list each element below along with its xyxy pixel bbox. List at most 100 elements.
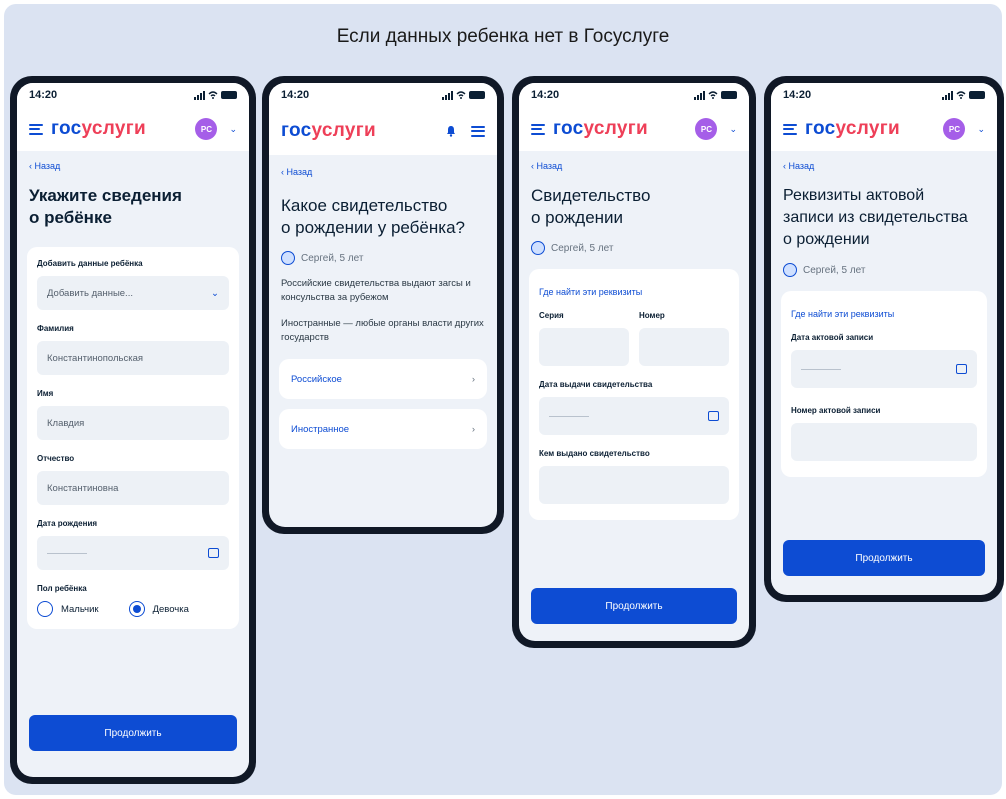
wifi-icon bbox=[456, 91, 466, 99]
screen: 14:20 госуслуги ‹ Назад Какое свидетельс… bbox=[269, 83, 497, 527]
record-number-label: Номер актовой записи bbox=[791, 406, 881, 415]
back-link[interactable]: ‹ Назад bbox=[771, 151, 997, 171]
background-panel: Если данных ребенка нет в Госуслуге 14:2… bbox=[4, 4, 1004, 795]
record-number-field[interactable] bbox=[791, 423, 977, 461]
person-row: Сергей, 5 лет bbox=[771, 251, 997, 277]
surname-field[interactable]: Константинопольская bbox=[37, 341, 229, 375]
menu-icon[interactable] bbox=[531, 123, 545, 135]
calendar-icon[interactable] bbox=[208, 548, 219, 558]
chevron-down-icon[interactable]: ⌄ bbox=[229, 124, 237, 135]
status-time: 14:20 bbox=[29, 89, 58, 101]
signal-icon bbox=[942, 90, 953, 100]
back-link[interactable]: ‹ Назад bbox=[519, 151, 749, 171]
person-name: Сергей, 5 лет bbox=[551, 242, 614, 254]
where-find-link[interactable]: Где найти эти реквизиты bbox=[791, 303, 977, 319]
screen: 14:20 госуслуги PC ⌄ ‹ Назад Реквизиты а… bbox=[771, 83, 997, 595]
calendar-icon[interactable] bbox=[708, 411, 719, 421]
person-icon bbox=[281, 251, 295, 265]
status-bar: 14:20 bbox=[269, 83, 497, 107]
record-date-field[interactable] bbox=[791, 350, 977, 388]
person-icon bbox=[783, 263, 797, 277]
gosuslugi-logo[interactable]: госуслуги bbox=[51, 118, 146, 140]
status-bar: 14:20 bbox=[519, 83, 749, 107]
phone-certificate-type: 14:20 госуслуги ‹ Назад Какое свидетельс… bbox=[262, 76, 504, 534]
page-title: Свидетельство о рождении bbox=[531, 186, 651, 227]
status-bar: 14:20 bbox=[17, 83, 249, 107]
act-record-form-card: Где найти эти реквизиты Дата актовой зап… bbox=[781, 291, 987, 477]
birthdate-label: Дата рождения bbox=[37, 519, 98, 528]
patronymic-field[interactable]: Константиновна bbox=[37, 471, 229, 505]
status-icons bbox=[694, 90, 737, 100]
radio-male-label: Мальчик bbox=[61, 603, 99, 615]
app-header: госуслуги PC ⌄ bbox=[771, 107, 997, 151]
birthdate-field[interactable] bbox=[37, 536, 229, 570]
surname-label: Фамилия bbox=[37, 324, 74, 333]
status-time: 14:20 bbox=[783, 89, 812, 101]
back-link[interactable]: ‹ Назад bbox=[17, 151, 249, 171]
screen: 14:20 госуслуги PC ⌄ ‹ Назад Свидетельст… bbox=[519, 83, 749, 641]
number-field[interactable] bbox=[639, 328, 729, 366]
battery-icon bbox=[969, 91, 985, 99]
gosuslugi-logo[interactable]: госуслуги bbox=[553, 118, 648, 140]
name-field[interactable]: Клавдия bbox=[37, 406, 229, 440]
app-header: госуслуги PC ⌄ bbox=[519, 107, 749, 151]
chevron-down-icon[interactable]: ⌄ bbox=[729, 124, 737, 135]
issued-by-field[interactable] bbox=[539, 466, 729, 504]
info-russian: Российские свидетельства выдают загсы и … bbox=[281, 278, 471, 303]
gender-label: Пол ребёнка bbox=[37, 584, 87, 593]
status-icons bbox=[194, 90, 237, 100]
page-heading: Если данных ребенка нет в Госуслуге bbox=[336, 26, 670, 47]
app-header: госуслуги bbox=[269, 107, 497, 155]
add-child-select[interactable]: Добавить данные... ⌄ bbox=[37, 276, 229, 310]
patronymic-label: Отчество bbox=[37, 454, 75, 463]
continue-button[interactable]: Продолжить bbox=[783, 540, 985, 576]
avatar[interactable]: PC bbox=[695, 118, 718, 140]
continue-button[interactable]: Продолжить bbox=[29, 715, 237, 751]
issue-date-field[interactable] bbox=[539, 397, 729, 435]
series-label: Серия bbox=[539, 311, 564, 320]
menu-icon[interactable] bbox=[783, 123, 797, 135]
where-find-link[interactable]: Где найти эти реквизиты bbox=[539, 281, 729, 297]
menu-icon[interactable] bbox=[29, 123, 43, 135]
name-label: Имя bbox=[37, 389, 54, 398]
phone-act-record: 14:20 госуслуги PC ⌄ ‹ Назад Реквизиты а… bbox=[764, 76, 1004, 602]
status-time: 14:20 bbox=[281, 89, 310, 101]
status-bar: 14:20 bbox=[771, 83, 997, 107]
chevron-right-icon: › bbox=[471, 373, 475, 385]
app-header: госуслуги PC ⌄ bbox=[17, 107, 249, 151]
battery-icon bbox=[469, 91, 485, 99]
series-number-row: Серия Номер bbox=[539, 311, 729, 380]
calendar-icon[interactable] bbox=[956, 364, 967, 374]
record-date-label: Дата актовой записи bbox=[791, 333, 874, 342]
menu-icon[interactable] bbox=[471, 125, 485, 137]
screen: 14:20 госуслуги PC ⌄ ‹ Назад Укажите све… bbox=[17, 83, 249, 777]
add-child-label: Добавить данные ребёнка bbox=[37, 259, 143, 268]
avatar[interactable]: PC bbox=[195, 118, 218, 140]
radio-female[interactable] bbox=[128, 601, 145, 617]
battery-icon bbox=[221, 91, 237, 99]
phone-certificate-details: 14:20 госуслуги PC ⌄ ‹ Назад Свидетельст… bbox=[512, 76, 756, 648]
series-field[interactable] bbox=[539, 328, 629, 366]
chevron-down-icon[interactable]: ⌄ bbox=[977, 124, 985, 135]
placeholder-line bbox=[801, 368, 841, 370]
continue-button[interactable]: Продолжить bbox=[531, 588, 737, 624]
gosuslugi-logo[interactable]: госуслуги bbox=[281, 120, 376, 142]
bell-icon[interactable] bbox=[445, 125, 457, 137]
page-title: Укажите сведения о ребёнке bbox=[29, 186, 182, 227]
child-form-card: Добавить данные ребёнка Добавить данные.… bbox=[27, 247, 239, 629]
wifi-icon bbox=[208, 91, 218, 99]
avatar[interactable]: PC bbox=[943, 118, 966, 140]
person-row: Сергей, 5 лет bbox=[269, 239, 497, 265]
placeholder-line bbox=[47, 552, 87, 554]
option-foreign[interactable]: Иностранное › bbox=[279, 409, 487, 449]
radio-male[interactable] bbox=[37, 601, 53, 617]
page-title: Какое свидетельство о рождении у ребёнка… bbox=[281, 196, 465, 237]
gosuslugi-logo[interactable]: госуслуги bbox=[805, 118, 900, 140]
placeholder-line bbox=[549, 415, 589, 417]
chevron-right-icon: › bbox=[471, 423, 475, 435]
status-time: 14:20 bbox=[531, 89, 560, 101]
option-russian[interactable]: Российское › bbox=[279, 359, 487, 399]
back-link[interactable]: ‹ Назад bbox=[269, 155, 497, 177]
chevron-down-icon: ⌄ bbox=[211, 287, 219, 299]
person-icon bbox=[531, 241, 545, 255]
